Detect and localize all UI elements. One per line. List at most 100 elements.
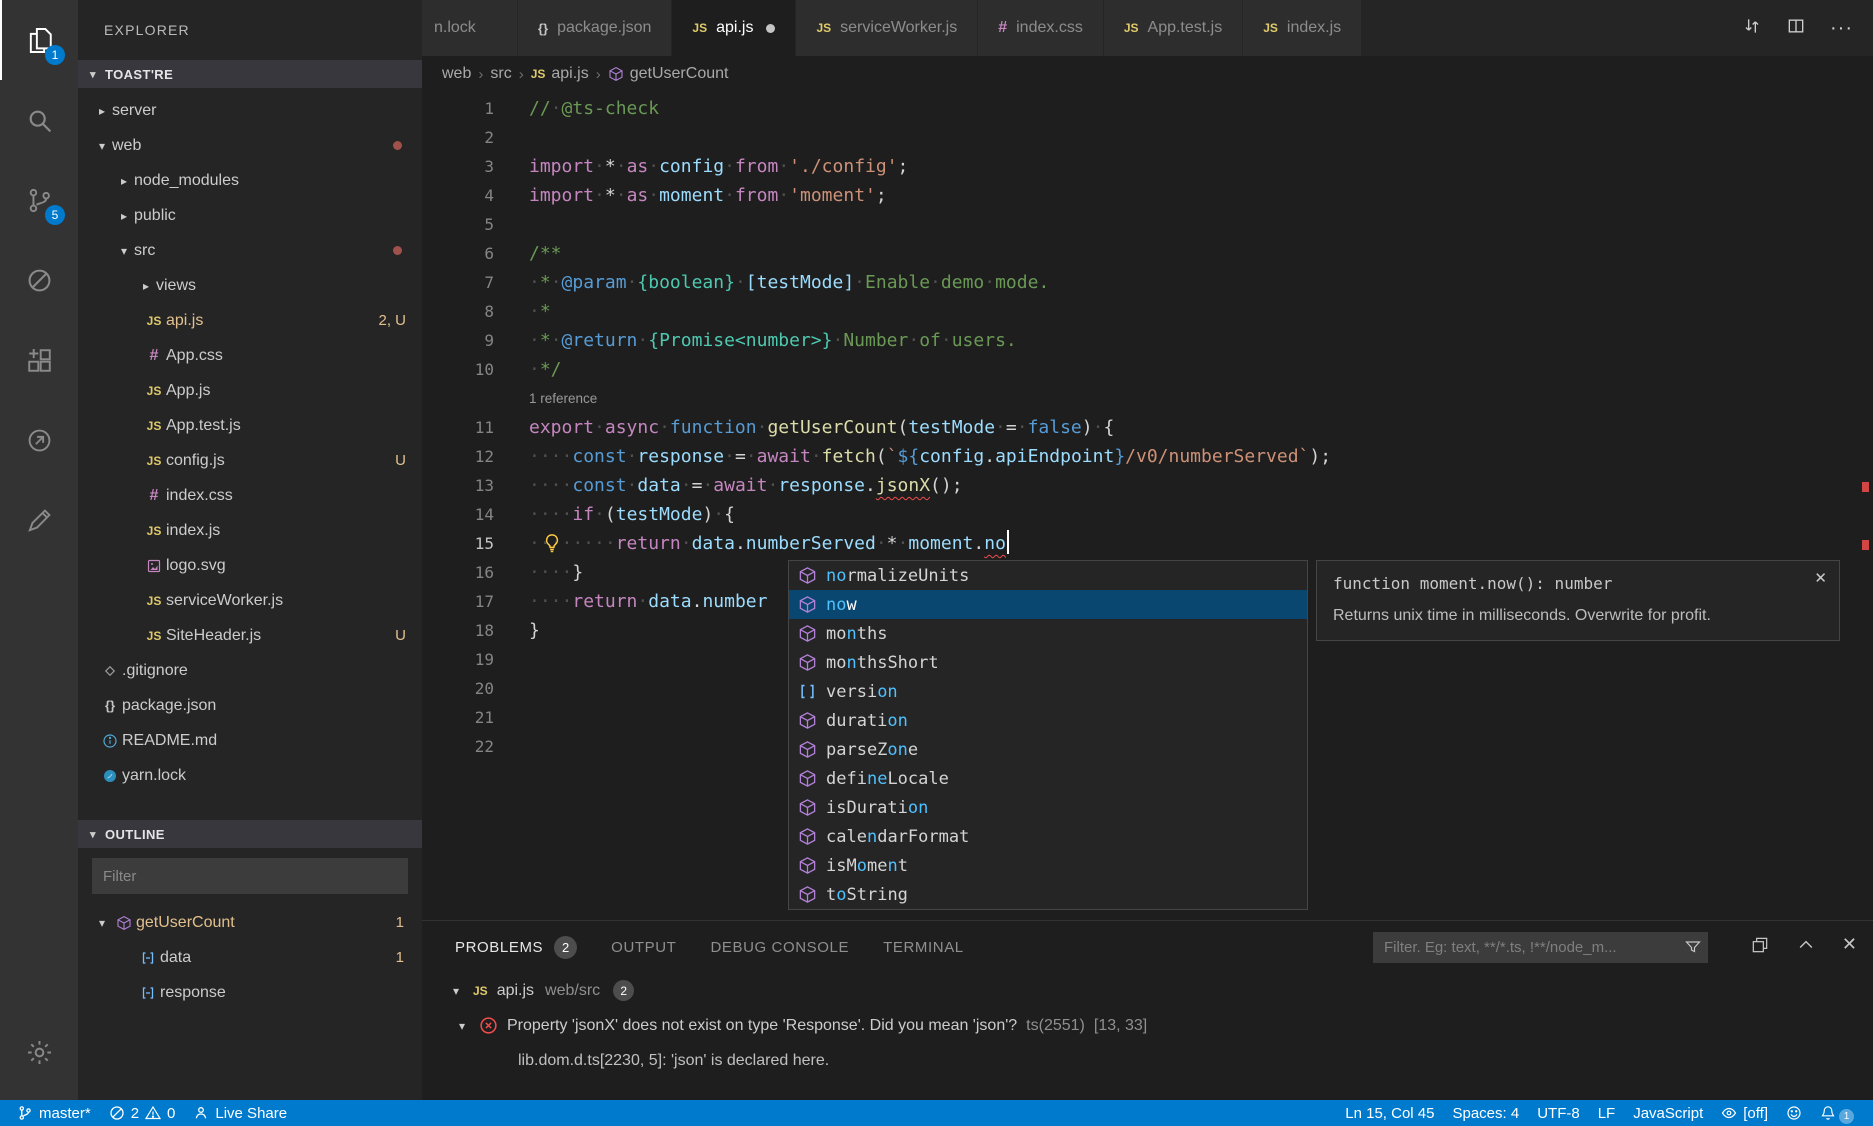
activity-debug-button[interactable] [0, 240, 78, 320]
status-problems-summary[interactable]: 20 [100, 1100, 185, 1126]
code-line[interactable]: 15········return·data.numberServed·*·mom… [422, 529, 1873, 558]
editor-tab[interactable]: JSApp.test.js [1104, 0, 1243, 56]
status-cursor-position[interactable]: Ln 15, Col 45 [1336, 1100, 1443, 1126]
breadcrumb-segment[interactable]: JSapi.js [531, 65, 589, 83]
activity-live-share-button[interactable] [0, 400, 78, 480]
code-line[interactable]: 13····const·data·=·await·response.jsonX(… [422, 471, 1873, 500]
activity-extensions-button[interactable] [0, 320, 78, 400]
explorer-item[interactable]: logo.svg [78, 548, 422, 583]
problems-filter-input[interactable] [1373, 932, 1708, 963]
editor-tab[interactable]: JSserviceWorker.js [796, 0, 978, 56]
suggestion-item[interactable]: toString [789, 880, 1307, 909]
outline-item[interactable]: ▾getUserCount1 [78, 905, 422, 940]
code-lens[interactable]: 1 reference [422, 384, 1873, 413]
panel-tab[interactable]: PROBLEMS2 [455, 936, 577, 959]
suggestion-item[interactable]: defineLocale [789, 764, 1307, 793]
breadcrumb-segment[interactable]: web [442, 65, 471, 83]
status-language-mode[interactable]: JavaScript [1624, 1100, 1712, 1126]
status-eol[interactable]: LF [1589, 1100, 1625, 1126]
explorer-item[interactable]: JSapi.js2, U [78, 303, 422, 338]
panel-tab[interactable]: DEBUG CONSOLE [710, 939, 849, 956]
explorer-item[interactable]: JSserviceWorker.js [78, 583, 422, 618]
suggestion-item[interactable]: isDuration [789, 793, 1307, 822]
explorer-item[interactable]: #index.css [78, 478, 422, 513]
status-preview-toggle[interactable]: [off] [1712, 1100, 1777, 1126]
explorer-item[interactable]: {}package.json [78, 688, 422, 723]
code-line[interactable]: 14····if·(testMode)·{ [422, 500, 1873, 529]
suggestion-item[interactable]: version [789, 677, 1307, 706]
explorer-item[interactable]: JSindex.js [78, 513, 422, 548]
editor-tab[interactable]: JSapi.js [672, 0, 796, 56]
code-line[interactable]: 8·* [422, 297, 1873, 326]
editor-tab[interactable]: #index.css [978, 0, 1104, 56]
explorer-item[interactable]: ▸node_modules [78, 163, 422, 198]
explorer-item[interactable]: yarn.lock [78, 758, 422, 793]
status-notifications[interactable]: 1 [1811, 1100, 1863, 1126]
activity-source-control-button[interactable]: 5 [0, 160, 78, 240]
activity-search-button[interactable] [0, 80, 78, 160]
explorer-item[interactable]: ▸views [78, 268, 422, 303]
editor-tab[interactable]: JSindex.js [1243, 0, 1362, 56]
explorer-item[interactable]: JSApp.js [78, 373, 422, 408]
suggestion-item[interactable]: parseZone [789, 735, 1307, 764]
explorer-item[interactable]: ▾web [78, 128, 422, 163]
status-encoding[interactable]: UTF-8 [1528, 1100, 1589, 1126]
status-git-branch[interactable]: master* [8, 1100, 100, 1126]
panel-views-icon[interactable] [1750, 934, 1770, 955]
explorer-item[interactable]: README.md [78, 723, 422, 758]
close-panel-icon[interactable]: ✕ [1842, 934, 1857, 955]
suggestion-item[interactable]: duration [789, 706, 1307, 735]
outline-section-header[interactable]: ▾ OUTLINE [78, 820, 422, 848]
panel-tab[interactable]: TERMINAL [883, 939, 964, 956]
explorer-item[interactable]: JSconfig.jsU [78, 443, 422, 478]
explorer-item[interactable]: ▸public [78, 198, 422, 233]
editor-tab[interactable]: n.lock [422, 0, 518, 56]
code-line[interactable]: 4import·*·as·moment·from·'moment'; [422, 181, 1873, 210]
activity-settings-button[interactable] [0, 1012, 78, 1092]
explorer-item[interactable]: JSApp.test.js [78, 408, 422, 443]
breadcrumb-segment[interactable]: getUserCount [608, 65, 729, 83]
code-line[interactable]: 10·*/ [422, 355, 1873, 384]
explorer-item[interactable]: ▾src [78, 233, 422, 268]
problem-row[interactable]: ▾Property 'jsonX' does not exist on type… [422, 1008, 1873, 1043]
code-line[interactable]: 1//·@ts-check [422, 94, 1873, 123]
explorer-item[interactable]: ▸server [78, 93, 422, 128]
open-changes-button[interactable] [1742, 16, 1762, 41]
suggestion-item[interactable]: isMoment [789, 851, 1307, 880]
explorer-item[interactable]: JSSiteHeader.jsU [78, 618, 422, 653]
more-actions-button[interactable]: ··· [1830, 17, 1853, 40]
status-indentation[interactable]: Spaces: 4 [1443, 1100, 1528, 1126]
outline-item[interactable]: data1 [78, 940, 422, 975]
code-line[interactable]: 9·*·@return·{Promise<number>}·Number·of·… [422, 326, 1873, 355]
code-line[interactable]: 12····const·response·=·await·fetch(`${co… [422, 442, 1873, 471]
status-live-share[interactable]: Live Share [184, 1100, 296, 1126]
code-line[interactable]: 3import·*·as·config·from·'./config'; [422, 152, 1873, 181]
suggestion-item[interactable]: normalizeUnits [789, 561, 1307, 590]
explorer-section-header[interactable]: ▾ TOAST'RE [78, 60, 422, 88]
suggestion-item[interactable]: calendarFormat [789, 822, 1307, 851]
explorer-item[interactable]: #App.css [78, 338, 422, 373]
outline-item[interactable]: response [78, 975, 422, 1010]
activity-explorer-button[interactable]: 1 [0, 0, 78, 80]
outline-filter-input[interactable] [92, 858, 408, 894]
split-editor-button[interactable] [1786, 16, 1806, 41]
code-line[interactable]: 6/** [422, 239, 1873, 268]
code-line[interactable]: 7·*·@param·{boolean}·[testMode]·Enable·d… [422, 268, 1873, 297]
suggestion-item[interactable]: months [789, 619, 1307, 648]
problem-related-row[interactable]: lib.dom.d.ts[2230, 5]: 'json' is declare… [422, 1043, 1873, 1078]
problems-file-row[interactable]: ▾JSapi.jsweb/src2 [422, 973, 1873, 1008]
code-line[interactable]: 5 [422, 210, 1873, 239]
close-icon[interactable]: ✕ [1814, 569, 1827, 587]
panel-tab[interactable]: OUTPUT [611, 939, 676, 956]
activity-feedback-button[interactable] [0, 480, 78, 560]
filter-funnel-icon[interactable] [1685, 939, 1701, 955]
status-feedback-smiley[interactable] [1777, 1100, 1811, 1126]
suggestion-item[interactable]: monthsShort [789, 648, 1307, 677]
explorer-item[interactable]: .gitignore [78, 653, 422, 688]
breadcrumb-segment[interactable]: src [490, 65, 511, 83]
suggestion-item[interactable]: now [789, 590, 1307, 619]
code-line[interactable]: 2 [422, 123, 1873, 152]
editor-tab[interactable]: {}package.json [518, 0, 672, 56]
maximize-panel-icon[interactable] [1796, 934, 1816, 955]
code-line[interactable]: 11export·async·function·getUserCount(tes… [422, 413, 1873, 442]
